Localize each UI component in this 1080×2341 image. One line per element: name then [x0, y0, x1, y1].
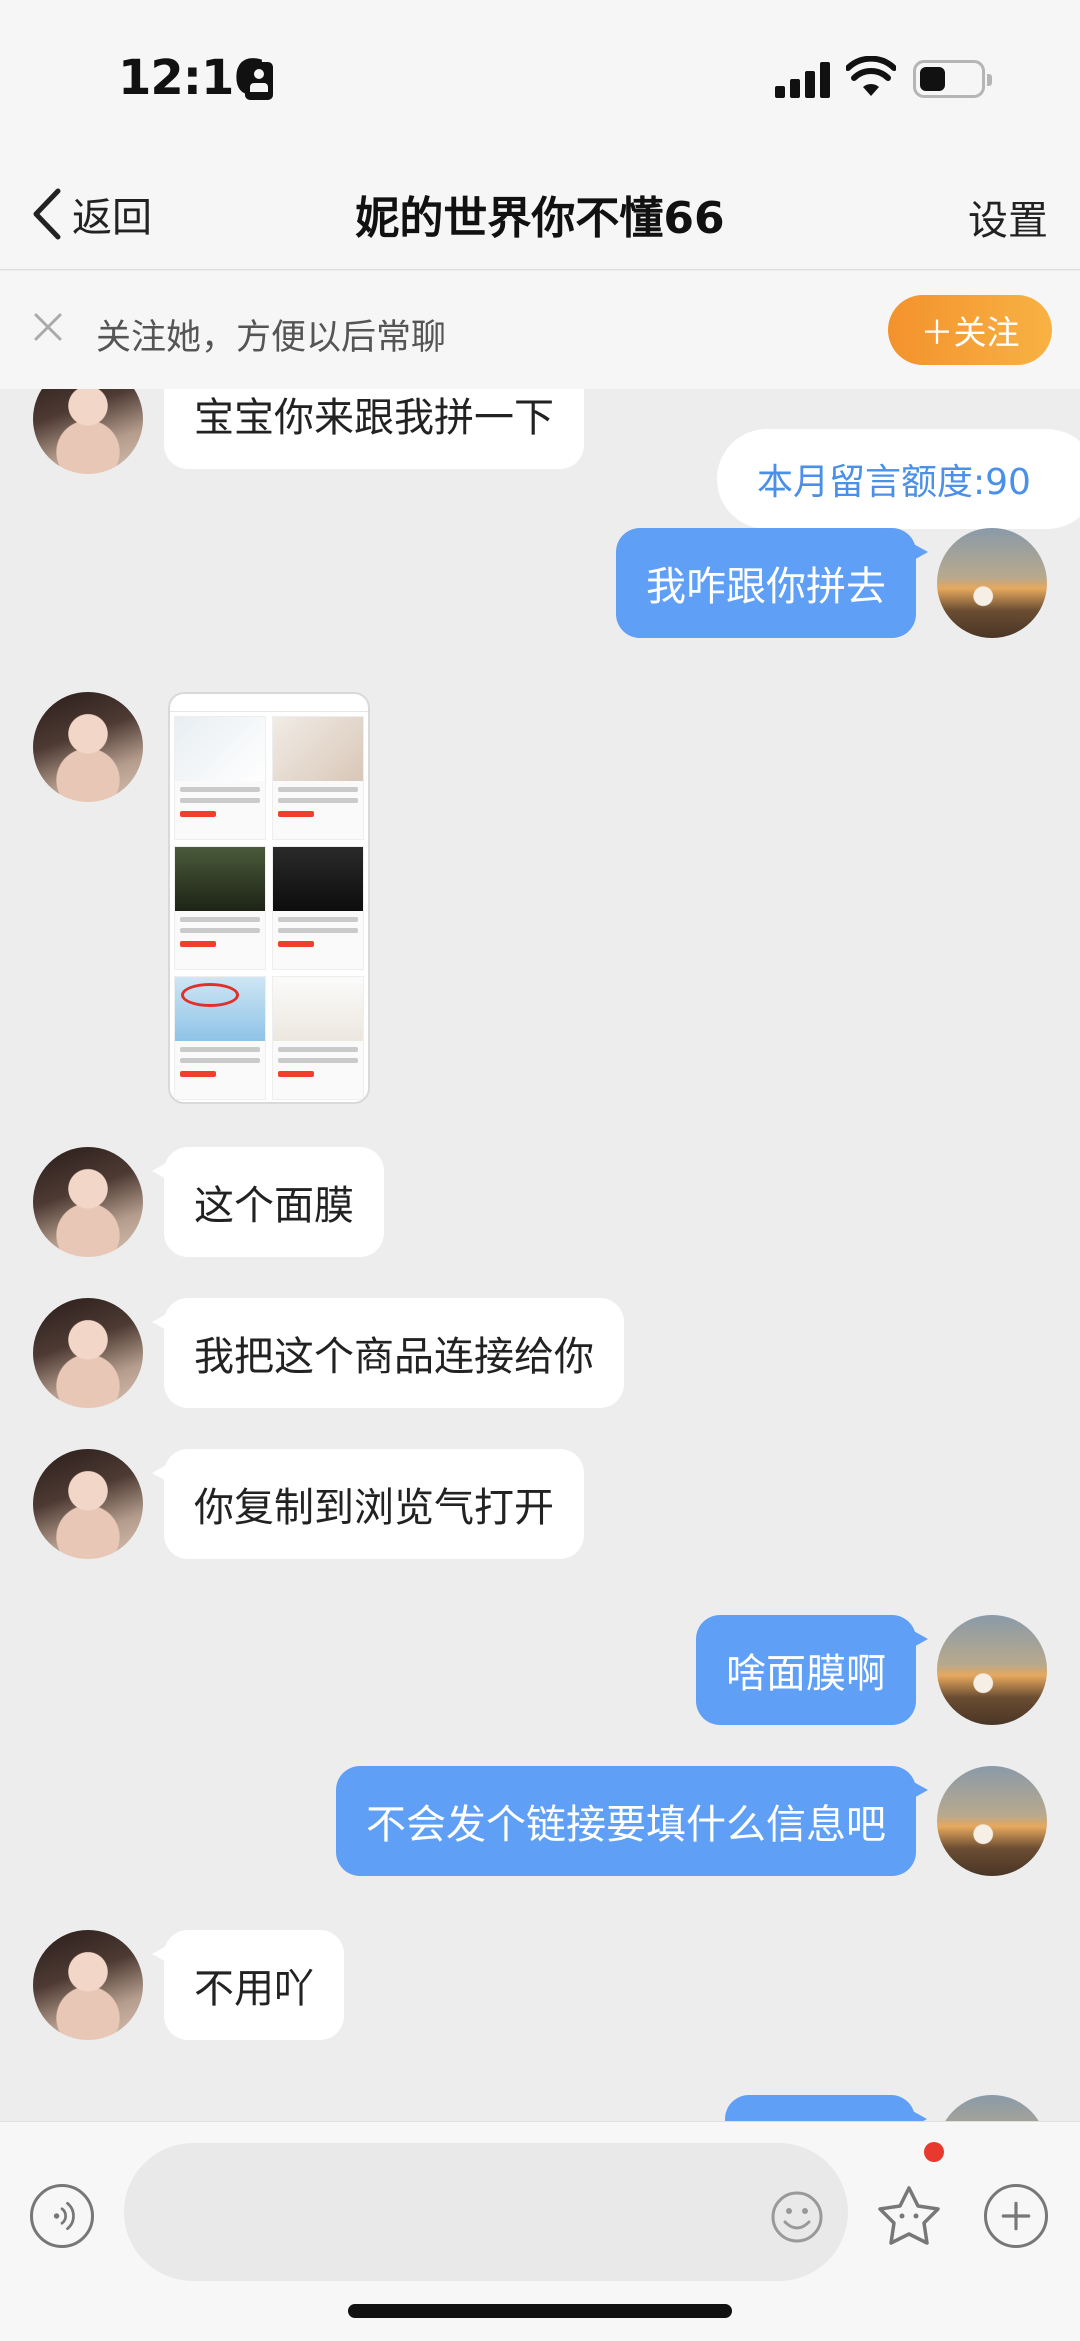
- outgoing-message[interactable]: 我咋跟你拼去: [616, 528, 928, 638]
- outgoing-message[interactable]: 不会发个链接要填什么信息吧: [336, 1766, 928, 1876]
- chat-header: 返回 妮的世界你不懂66 设置: [0, 160, 1080, 270]
- incoming-message[interactable]: 宝宝你来跟我拼一下: [152, 389, 584, 469]
- home-indicator: [348, 2304, 732, 2318]
- message-list[interactable]: 宝宝你来跟我拼一下 本月留言额度:90 我咋跟你拼去 这个面膜 我把这个商品连接…: [0, 389, 1080, 2121]
- my-avatar[interactable]: [937, 528, 1047, 638]
- contact-card-icon: [245, 62, 273, 100]
- status-bar: 12:16: [0, 0, 1080, 160]
- notification-dot: [924, 2142, 944, 2162]
- follow-banner: 关注她，方便以后常聊 ＋关注: [0, 271, 1080, 389]
- message-quota-badge: 本月留言额度:90: [717, 429, 1080, 529]
- status-time: 12:16: [118, 50, 267, 106]
- page-title: 妮的世界你不懂66: [355, 193, 725, 244]
- battery-icon: [913, 60, 992, 98]
- incoming-message[interactable]: 你复制到浏览气打开: [152, 1449, 584, 1559]
- outgoing-message[interactable]: 啥面膜啊: [696, 1615, 928, 1725]
- close-icon[interactable]: [30, 309, 66, 345]
- product-screenshot-image[interactable]: [168, 692, 370, 1104]
- my-avatar[interactable]: [937, 2095, 1047, 2121]
- follow-prompt: 关注她，方便以后常聊: [96, 318, 447, 358]
- cellular-signal-icon: [775, 62, 830, 98]
- contact-avatar[interactable]: [33, 1449, 143, 1559]
- outgoing-message[interactable]: [725, 2095, 927, 2121]
- follow-button[interactable]: ＋关注: [888, 295, 1052, 365]
- incoming-message[interactable]: 这个面膜: [152, 1147, 384, 1257]
- my-avatar[interactable]: [937, 1615, 1047, 1725]
- contact-avatar[interactable]: [33, 389, 143, 474]
- contact-avatar[interactable]: [33, 692, 143, 802]
- message-input[interactable]: [124, 2143, 848, 2281]
- settings-button[interactable]: 设置: [968, 188, 1048, 246]
- wifi-icon: [846, 56, 896, 96]
- incoming-message[interactable]: 我把这个商品连接给你: [152, 1298, 624, 1408]
- voice-icon[interactable]: [30, 2184, 94, 2248]
- emoji-icon[interactable]: [770, 2190, 824, 2244]
- my-avatar[interactable]: [937, 1766, 1047, 1876]
- incoming-message[interactable]: 不用吖: [152, 1930, 344, 2040]
- plus-icon[interactable]: [984, 2184, 1048, 2248]
- contact-avatar[interactable]: [33, 1147, 143, 1257]
- sticker-icon[interactable]: [874, 2182, 944, 2252]
- message-input-bar: [0, 2121, 1080, 2341]
- contact-avatar[interactable]: [33, 1930, 143, 2040]
- contact-avatar[interactable]: [33, 1298, 143, 1408]
